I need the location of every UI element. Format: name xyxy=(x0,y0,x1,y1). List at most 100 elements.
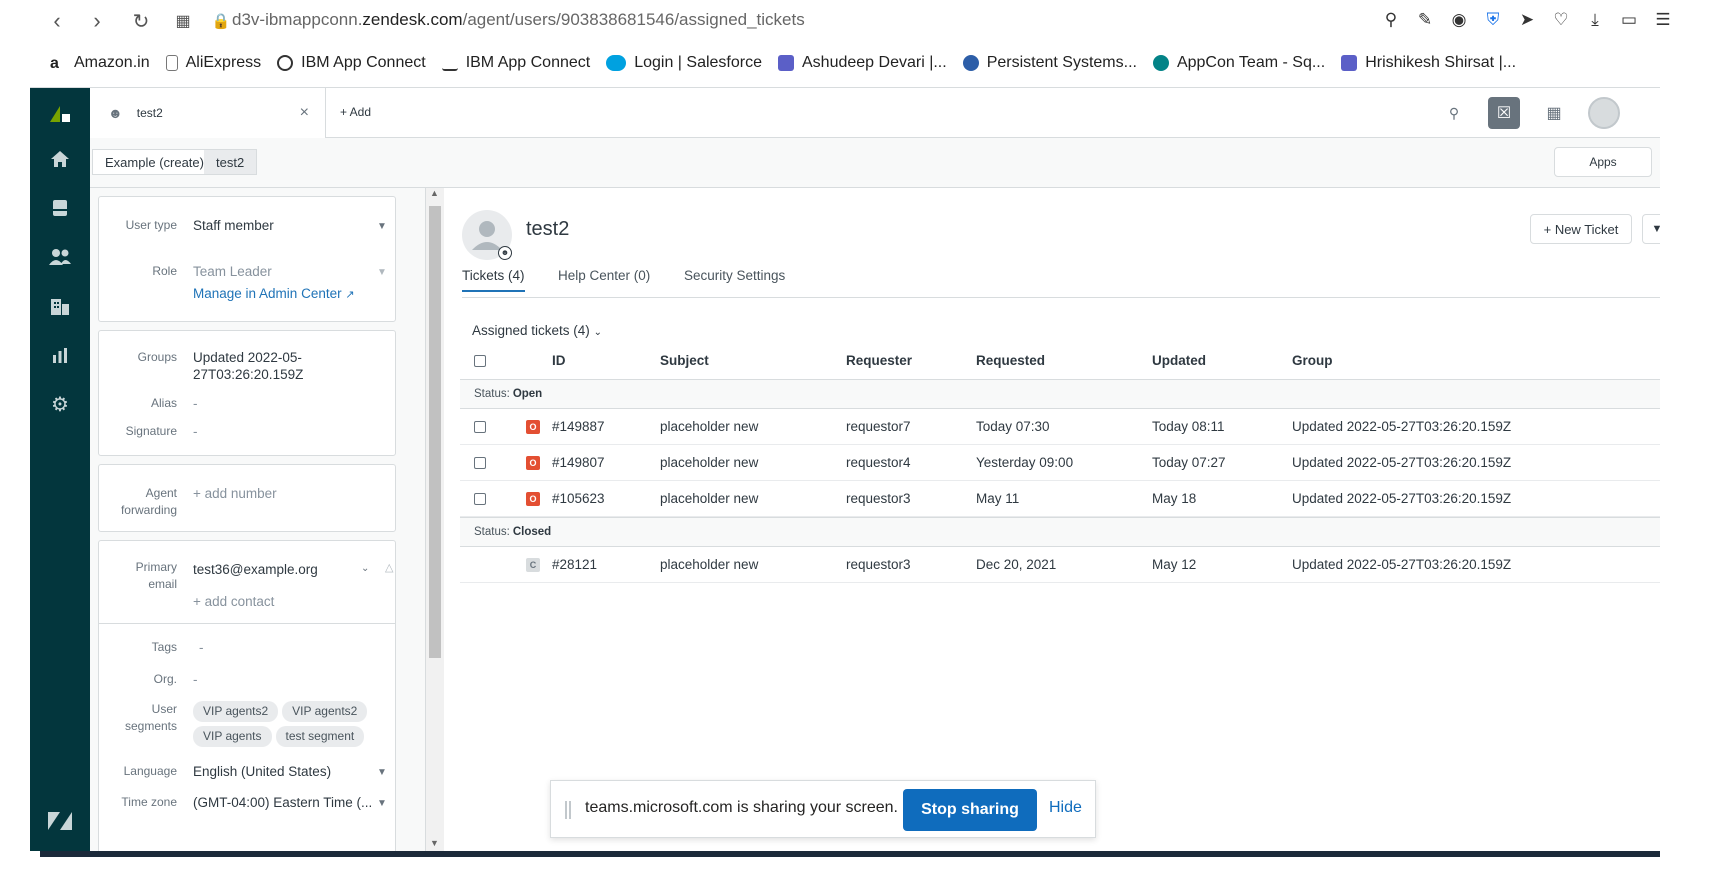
admin-gear-icon[interactable]: ⚙ xyxy=(30,389,90,419)
bookmark-ibm-1[interactable]: IBM App Connect xyxy=(277,54,426,72)
add-number-link[interactable]: + add number xyxy=(193,485,277,519)
signature-field[interactable]: - xyxy=(193,423,198,440)
chevron-down-icon[interactable]: ▼ xyxy=(377,767,387,778)
column-header-requester[interactable]: Requester xyxy=(846,353,912,368)
column-header-group[interactable]: Group xyxy=(1292,353,1333,368)
row-checkbox[interactable] xyxy=(474,421,486,433)
bookmark-sharepoint[interactable]: AppCon Team - Sq... xyxy=(1152,54,1325,72)
reporting-icon[interactable] xyxy=(30,340,90,370)
close-icon[interactable]: × xyxy=(300,104,309,122)
table-row[interactable]: C #28121 placeholder new requestor3 Dec … xyxy=(460,547,1660,583)
crumb-test2[interactable]: test2 xyxy=(204,149,258,175)
edit-icon[interactable]: ✎ xyxy=(1414,8,1436,32)
bookmark-ibm-2[interactable]: IBM App Connect xyxy=(441,54,590,72)
ticket-subject[interactable]: placeholder new xyxy=(660,557,758,572)
bookmark-teams-2[interactable]: Hrishikesh Shirsat |... xyxy=(1341,54,1516,72)
open-status-badge: O xyxy=(526,420,540,434)
drag-handle[interactable] xyxy=(565,801,571,819)
profile-avatar[interactable] xyxy=(1588,97,1620,129)
apps-button[interactable]: Apps xyxy=(1554,147,1652,177)
tab-user-test2[interactable]: ☻ test2 × xyxy=(90,88,326,138)
bookmark-amazon[interactable]: a Amazon.in xyxy=(50,54,150,72)
camera-icon[interactable]: ◉ xyxy=(1448,8,1470,32)
heart-icon[interactable]: ♡ xyxy=(1550,8,1572,32)
timezone-select[interactable]: (GMT-04:00) Eastern Time (... xyxy=(193,794,372,811)
bookmark-salesforce[interactable]: Login | Salesforce xyxy=(606,54,762,72)
new-ticket-button[interactable]: + New Ticket xyxy=(1530,214,1632,244)
ticket-id[interactable]: #28121 xyxy=(552,557,597,572)
ticket-subject[interactable]: placeholder new xyxy=(660,419,758,434)
zendesk-z-icon[interactable] xyxy=(30,806,90,836)
tab-security-settings[interactable]: Security Settings xyxy=(684,268,785,290)
views-icon[interactable] xyxy=(30,193,90,223)
ticket-subject[interactable]: placeholder new xyxy=(660,491,758,506)
column-header-updated[interactable]: Updated xyxy=(1152,353,1206,368)
scroll-thumb[interactable] xyxy=(429,206,441,658)
user-type-select[interactable]: Staff member xyxy=(193,217,274,234)
reload-icon[interactable]: ↻ xyxy=(126,6,156,36)
tab-help-center[interactable]: Help Center (0) xyxy=(558,268,650,290)
scroll-up-icon[interactable]: ▲ xyxy=(430,188,439,198)
stop-sharing-button[interactable]: Stop sharing xyxy=(903,789,1037,831)
back-icon[interactable]: ‹ xyxy=(42,6,72,36)
organizations-icon[interactable] xyxy=(30,291,90,321)
language-select[interactable]: English (United States) xyxy=(193,763,331,780)
column-header-requested[interactable]: Requested xyxy=(976,353,1045,368)
column-header-subject[interactable]: Subject xyxy=(660,353,709,368)
add-contact-link[interactable]: + add contact xyxy=(193,593,274,610)
home-icon[interactable] xyxy=(30,144,90,174)
bookmark-teams-1[interactable]: Ashudeep Devari |... xyxy=(778,54,947,72)
row-checkbox[interactable] xyxy=(474,493,486,505)
column-header-id[interactable]: ID xyxy=(552,353,566,368)
chevron-down-icon[interactable]: ▼ xyxy=(377,221,387,232)
role-select[interactable]: Team Leader xyxy=(193,263,272,280)
ticket-id[interactable]: #149887 xyxy=(552,419,605,434)
manage-admin-link[interactable]: Manage in Admin Center ↗ xyxy=(193,285,355,304)
table-row[interactable]: O #105623 placeholder new requestor3 May… xyxy=(460,481,1660,517)
menu-icon[interactable]: ☰ xyxy=(1652,8,1674,32)
alias-field[interactable]: - xyxy=(193,395,198,412)
shield-icon[interactable]: ⛨ xyxy=(1482,8,1504,32)
apps-tray-icon[interactable]: ☒ xyxy=(1488,97,1520,129)
chevron-down-icon[interactable]: ▼ xyxy=(377,798,387,809)
user-avatar[interactable]: ☻ xyxy=(462,210,512,260)
assigned-tickets-dropdown[interactable]: Assigned tickets (4) ⌄ xyxy=(472,323,602,338)
select-all-checkbox[interactable] xyxy=(474,355,486,367)
search-icon[interactable]: ⚲ xyxy=(1380,8,1402,32)
bookmark-persistent[interactable]: Persistent Systems... xyxy=(962,54,1137,72)
bike-icon xyxy=(441,55,458,71)
tags-field[interactable]: - xyxy=(199,639,204,656)
ticket-subject[interactable]: placeholder new xyxy=(660,455,758,470)
row-checkbox[interactable] xyxy=(474,457,486,469)
tab-tickets[interactable]: Tickets (4) xyxy=(462,268,525,292)
forward-icon[interactable]: › xyxy=(82,6,112,36)
primary-email-field[interactable]: test36@example.org xyxy=(193,561,318,593)
segment-pill: test segment xyxy=(275,726,365,747)
bookmark-aliexpress[interactable]: AliExpress xyxy=(165,54,261,72)
user-properties-panel: User type Staff member ▼ Role Team Leade… xyxy=(90,188,426,851)
warning-icon: △ xyxy=(385,562,394,574)
table-row[interactable]: O #149807 placeholder new requestor4 Yes… xyxy=(460,445,1660,481)
add-tab-button[interactable]: + Add xyxy=(340,105,371,119)
customers-icon[interactable] xyxy=(30,242,90,272)
org-field[interactable]: - xyxy=(193,671,198,688)
search-icon[interactable]: ⚲ xyxy=(1438,97,1470,129)
table-row[interactable]: O #149887 placeholder new requestor7 Tod… xyxy=(460,409,1660,445)
scroll-down-icon[interactable]: ▼ xyxy=(430,838,439,848)
tabs-grid-icon[interactable]: ▦ xyxy=(168,6,198,36)
ticket-id[interactable]: #149807 xyxy=(552,455,605,470)
chevron-down-icon[interactable]: ▼ xyxy=(1642,214,1660,244)
groups-value[interactable]: Updated 2022-05- 27T03:26:20.159Z xyxy=(193,349,303,383)
crumb-example-create[interactable]: Example (create) xyxy=(92,149,217,175)
send-icon[interactable]: ➤ xyxy=(1516,8,1538,32)
panel-scrollbar[interactable]: ▲ ▼ xyxy=(426,188,444,851)
product-grid-icon[interactable]: ▦ xyxy=(1538,97,1570,129)
ticket-id[interactable]: #105623 xyxy=(552,491,605,506)
battery-icon[interactable]: ▭ xyxy=(1618,8,1640,32)
chevron-down-icon[interactable]: ⌄ xyxy=(361,563,369,574)
zendesk-logo-icon[interactable] xyxy=(30,98,90,128)
hide-button[interactable]: Hide xyxy=(1049,799,1082,817)
address-bar[interactable]: d3v-ibmappconn.zendesk.com/agent/users/9… xyxy=(232,10,805,30)
ticket-requested: Yesterday 09:00 xyxy=(976,455,1074,470)
download-icon[interactable]: ⤓ xyxy=(1584,8,1606,32)
